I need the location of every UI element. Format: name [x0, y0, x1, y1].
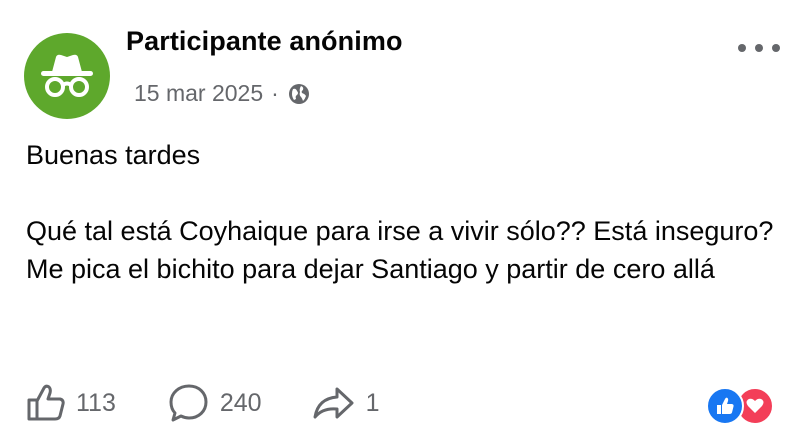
- avatar[interactable]: [24, 33, 110, 119]
- post-meta: 15 mar 2025 ·: [134, 80, 310, 107]
- more-dot-icon: [755, 44, 763, 52]
- share-arrow-icon: [313, 387, 354, 419]
- like-count: 113: [76, 388, 116, 417]
- author-name[interactable]: Participante anónimo: [126, 26, 403, 57]
- globe-icon[interactable]: [288, 83, 310, 105]
- more-options-button[interactable]: [738, 38, 780, 58]
- more-dot-icon: [772, 44, 780, 52]
- comment-button[interactable]: 240: [168, 383, 262, 423]
- post-greeting: Buenas tardes: [26, 140, 201, 170]
- meta-separator: ·: [271, 80, 279, 106]
- action-bar: 113 240 1: [26, 383, 379, 423]
- share-button[interactable]: 1: [312, 385, 380, 421]
- post-message: Qué tal está Coyhaique para irse a vivir…: [26, 216, 774, 284]
- comment-count: 240: [219, 388, 262, 417]
- reactions-summary[interactable]: [706, 387, 776, 425]
- share-count: 1: [365, 388, 380, 417]
- post-date[interactable]: 15 mar 2025: [134, 80, 263, 107]
- thumbs-up-icon: [27, 384, 65, 421]
- like-reaction-icon: [706, 387, 744, 425]
- incognito-icon: [41, 54, 93, 97]
- comment-icon: [169, 384, 208, 422]
- more-dot-icon: [738, 44, 746, 52]
- like-button[interactable]: 113: [26, 384, 116, 422]
- post-body: Buenas tardes Qué tal está Coyhaique par…: [26, 136, 786, 288]
